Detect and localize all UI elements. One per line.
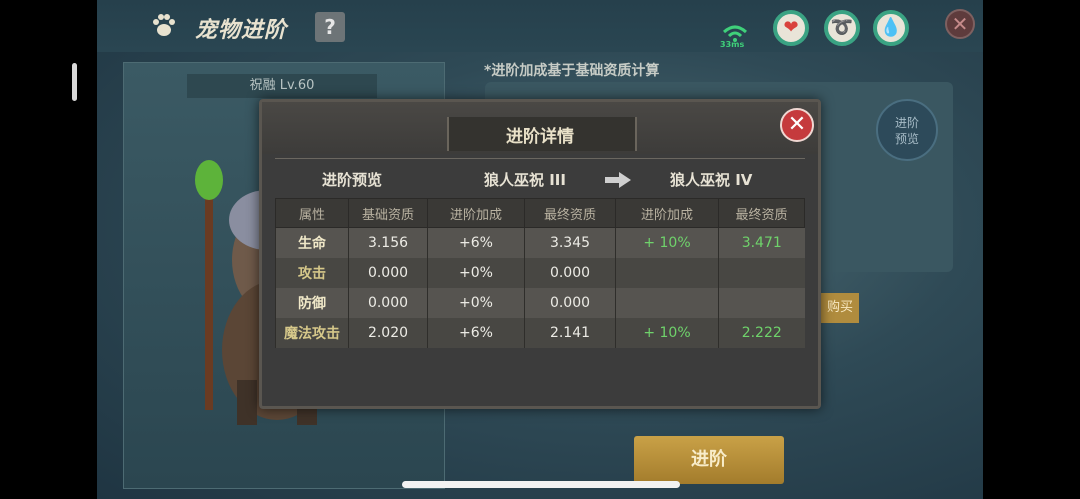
column-header: 进阶加成 — [427, 198, 525, 228]
base-cell: 0.000 — [348, 288, 428, 318]
heart-icon: ❤ — [783, 17, 799, 38]
base-cell: 2.020 — [348, 318, 428, 348]
table-row: 魔法攻击 2.020 +6% 2.141 + 10% 2.222 — [275, 318, 805, 348]
pet-name-label: 祝融 Lv.60 — [187, 74, 377, 98]
note-text: *进阶加成基于基础资质计算 — [484, 63, 660, 79]
stats-table: 属性 基础资质 进阶加成 最终资质 进阶加成 最终资质 生命 3.156 +6%… — [275, 198, 805, 348]
next-final-cell: 2.222 — [718, 318, 805, 348]
water-icon: 💧 — [879, 17, 903, 38]
paw-icon — [153, 14, 175, 36]
bonus-cell: +6% — [427, 227, 525, 258]
table-row: 生命 3.156 +6% 3.345 + 10% 3.471 — [275, 227, 805, 258]
close-icon[interactable]: ✕ — [945, 9, 975, 39]
next-form-name: 狼人巫祝 IV — [670, 171, 753, 189]
game-screen: 宠物进阶 ? 33ms ❤ ➰ 💧 ✕ 祝融 Lv.60 *进阶加成基于基础资质… — [97, 0, 983, 499]
bonus-cell: +0% — [427, 288, 525, 318]
table-header-row: 属性 基础资质 进阶加成 最终资质 进阶加成 最终资质 — [275, 198, 805, 228]
attr-cell: 生命 — [275, 227, 349, 258]
side-handle[interactable] — [72, 63, 77, 101]
table-row: 攻击 0.000 +0% 0.000 — [275, 258, 805, 288]
wifi-icon — [722, 25, 748, 42]
final-cell: 0.000 — [524, 258, 616, 288]
final-cell: 0.000 — [524, 288, 616, 318]
attr-cell: 防御 — [275, 288, 349, 318]
column-header: 进阶加成 — [615, 198, 719, 228]
next-final-cell — [718, 288, 805, 318]
bonus-cell: +0% — [427, 258, 525, 288]
attr-cell: 攻击 — [275, 258, 349, 288]
next-bonus-cell: + 10% — [615, 318, 719, 348]
attr-cell: 魔法攻击 — [275, 318, 349, 348]
dialog-close-button[interactable]: ✕ — [780, 108, 814, 142]
column-header: 最终资质 — [524, 198, 616, 228]
current-form-name: 狼人巫祝 III — [484, 171, 566, 189]
advance-button[interactable]: 进阶 — [634, 436, 784, 484]
heart-status[interactable]: ❤ — [773, 10, 809, 46]
dialog-header: 进阶详情 ✕ — [262, 102, 818, 154]
next-bonus-cell — [615, 288, 719, 318]
next-bonus-cell: + 10% — [615, 227, 719, 258]
top-bar: 宠物进阶 ? 33ms ❤ ➰ 💧 ✕ — [97, 0, 983, 52]
advance-preview-button[interactable]: 进阶 预览 — [876, 99, 938, 161]
base-cell: 0.000 — [348, 258, 428, 288]
help-button[interactable]: ? — [315, 12, 345, 42]
next-final-cell — [718, 258, 805, 288]
advance-preview-label-1: 进阶 — [894, 116, 919, 130]
page-title: 宠物进阶 — [195, 18, 288, 43]
ping-label: 33ms — [720, 40, 745, 49]
preview-row: 进阶预览 狼人巫祝 III 狼人巫祝 IV — [262, 164, 818, 194]
final-cell: 3.345 — [524, 227, 616, 258]
bonus-cell: +6% — [427, 318, 525, 348]
next-bonus-cell — [615, 258, 719, 288]
water-status[interactable]: 💧 — [873, 10, 909, 46]
dialog-title: 进阶详情 — [506, 127, 574, 147]
base-cell: 3.156 — [348, 227, 428, 258]
preview-label: 进阶预览 — [322, 171, 383, 189]
stamina-status[interactable]: ➰ — [824, 10, 860, 46]
advance-preview-label-2: 预览 — [894, 132, 919, 146]
stamina-icon: ➰ — [830, 17, 854, 38]
column-header: 属性 — [275, 198, 349, 228]
buy-button[interactable]: 购买 — [817, 293, 859, 323]
next-final-cell: 3.471 — [718, 227, 805, 258]
table-row: 防御 0.000 +0% 0.000 — [275, 288, 805, 318]
home-indicator[interactable] — [402, 481, 680, 488]
advance-details-dialog: 进阶详情 ✕ 进阶预览 狼人巫祝 III 狼人巫祝 IV 属性 基础资质 进阶加… — [259, 99, 821, 409]
column-header: 基础资质 — [348, 198, 428, 228]
arrow-right-icon — [605, 172, 631, 188]
column-header: 最终资质 — [718, 198, 805, 228]
divider — [275, 158, 805, 159]
final-cell: 2.141 — [524, 318, 616, 348]
